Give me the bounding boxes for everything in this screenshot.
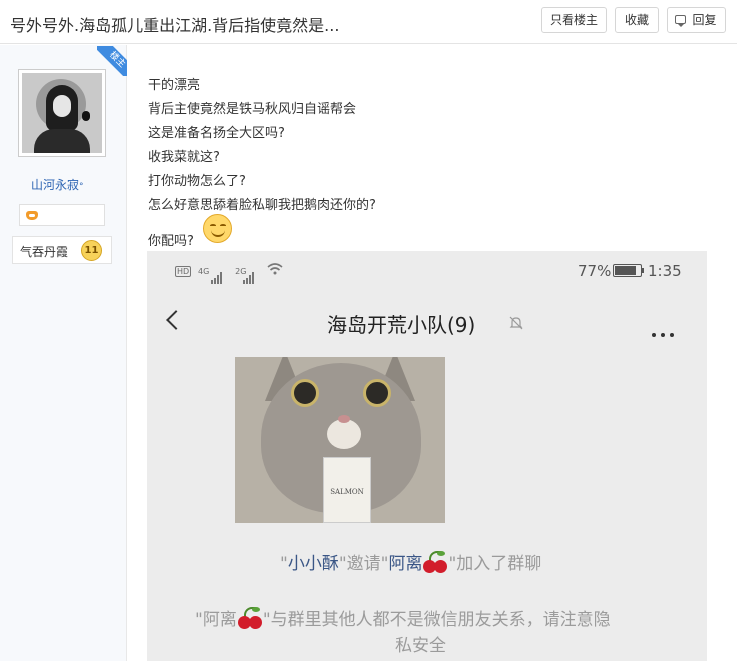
- signal-icon: [211, 265, 223, 284]
- post-line: 干的漂亮: [148, 78, 201, 93]
- rank-name: 气吞丹霞: [20, 245, 69, 259]
- status-time: 1:35: [648, 262, 682, 280]
- op-ribbon: 楼主: [97, 46, 127, 76]
- bottle-label: SALMON: [330, 488, 364, 496]
- signal-icon: [243, 265, 255, 284]
- post-line: 这是准备名扬全大区吗?: [148, 126, 285, 141]
- battery-icon: [613, 264, 644, 277]
- medal-bar: [19, 204, 105, 226]
- thread-header: 号外号外.海岛孤儿重出江湖.背后指使竟然是... 只看楼主 收藏 回复: [0, 0, 737, 44]
- invitee-name: 阿离: [388, 554, 423, 574]
- battery-percent: 77%: [578, 262, 612, 280]
- user-sidebar: 山河永寂° 气吞丹霞 11: [0, 45, 127, 661]
- bottle: SALMON: [323, 457, 371, 523]
- privacy-warning-line2: 私安全: [395, 636, 446, 656]
- mute-bell-icon: [509, 316, 523, 330]
- collect-button[interactable]: 收藏: [615, 7, 659, 33]
- post-line: 收我菜就这?: [148, 150, 220, 165]
- username-mark: °: [79, 182, 84, 192]
- more-dots-icon: [652, 322, 682, 337]
- post-line: 背后主使竟然是铁马秋风归自谣帮会: [148, 102, 357, 117]
- post-line: 你配吗?: [148, 234, 194, 249]
- reply-button[interactable]: 回复: [667, 7, 726, 33]
- sim1-label: 4G: [198, 267, 210, 276]
- cat-sticker-image: SALMON: [235, 357, 445, 523]
- inviter-name: 小小酥: [287, 554, 339, 574]
- hd-label: HD: [175, 266, 192, 277]
- user-rank: 气吞丹霞 11: [12, 236, 112, 264]
- avatar[interactable]: [18, 69, 106, 157]
- cherry-icon: [422, 551, 448, 573]
- rank-level-badge: 11: [81, 240, 102, 261]
- game-medal-icon[interactable]: [26, 211, 38, 220]
- group-chat-title: 海岛开荒小队(9): [327, 313, 476, 337]
- post-line: 怎么好意思舔着脸私聊我把鹅肉还你的?: [148, 198, 376, 213]
- reply-label: 回复: [692, 13, 717, 27]
- op-badge: 楼主: [97, 46, 127, 76]
- cherry-icon: [237, 607, 263, 629]
- avatar-image: [22, 73, 102, 153]
- smile-emoji-icon: [203, 214, 232, 243]
- privacy-warning: "阿离 "与群里其他人都不是微信朋友关系，请注意隐: [195, 605, 611, 630]
- username-link[interactable]: 山河永寂°: [31, 176, 84, 193]
- only-op-button[interactable]: 只看楼主: [541, 7, 607, 33]
- invite-message: "小小酥"邀请"阿离 "加入了群聊: [280, 549, 541, 574]
- thread-title: 号外号外.海岛孤儿重出江湖.背后指使竟然是...: [10, 16, 340, 35]
- reply-icon: [675, 15, 686, 27]
- chat-screenshot[interactable]: HD 4G 2G 77% 1:35 海岛开荒小队(9) SALMON "小小酥"…: [147, 251, 707, 661]
- back-arrow-icon: [166, 310, 186, 330]
- username: 山河永寂: [31, 178, 80, 192]
- wifi-icon: [267, 263, 283, 275]
- post-line: 打你动物怎么了?: [148, 174, 246, 189]
